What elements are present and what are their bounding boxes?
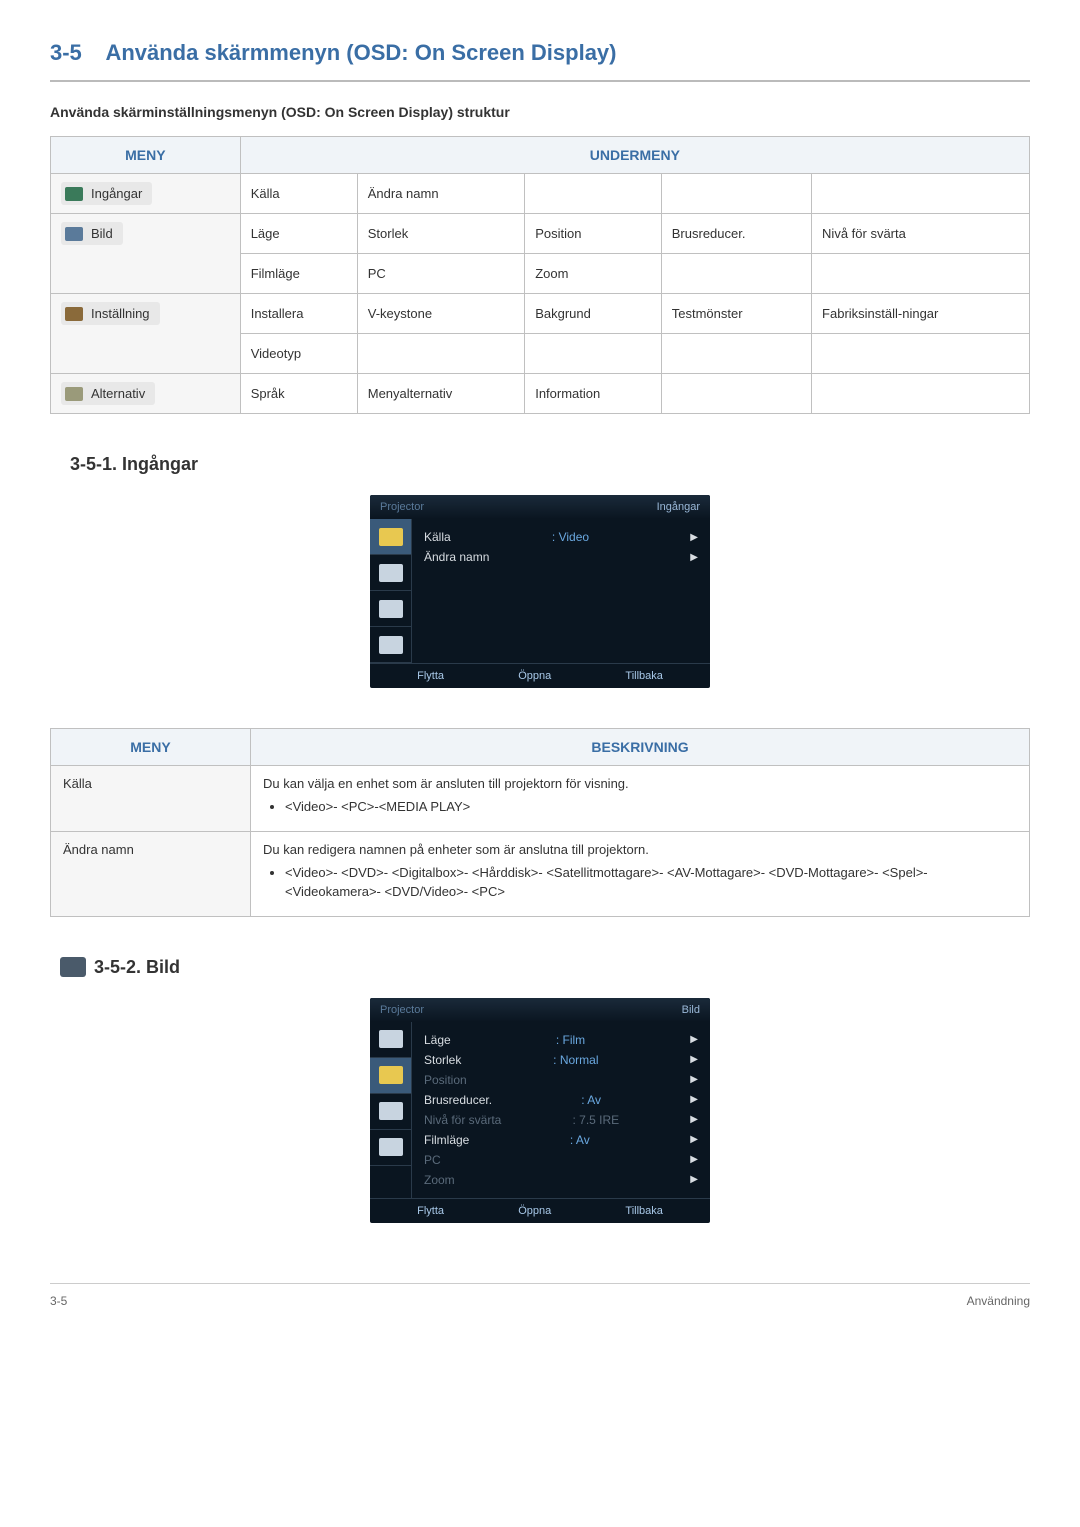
description-table-ingangar: MENY BESKRIVNING Källa Du kan välja en e… (50, 728, 1030, 917)
footer-left: 3-5 (50, 1294, 67, 1308)
osd-footer-back: Tillbaka (625, 670, 663, 682)
menu-cell-installning: Inställning (51, 294, 241, 374)
table-row: Ingångar Källa Ändra namn (51, 174, 1030, 214)
osd-row-pc[interactable]: PC▶ (424, 1150, 698, 1170)
osd-screenshot-ingangar: Projector Ingångar Källa : Video ▶ Ändra… (370, 495, 710, 688)
osd-footer-move: Flytta (417, 1205, 444, 1217)
osd-row-storlek[interactable]: Storlek: Normal▶ (424, 1050, 698, 1070)
struct-header-menu: MENY (51, 137, 241, 174)
osd-row-position[interactable]: Position▶ (424, 1070, 698, 1090)
arrow-right-icon: ▶ (690, 1074, 698, 1085)
section-number: 3-5 (50, 40, 82, 65)
footer-right: Användning (967, 1294, 1030, 1308)
osd-projector-label: Projector (380, 501, 424, 513)
table-header-row: MENY BESKRIVNING (51, 729, 1030, 766)
arrow-right-icon: ▶ (690, 532, 698, 543)
page-footer: 3-5 Användning (50, 1283, 1030, 1308)
osd-row-filmlage[interactable]: Filmläge: Av▶ (424, 1130, 698, 1150)
subsection-title-ingangar: 3-5-1. Ingångar (70, 454, 1030, 475)
osd-tab-input[interactable] (370, 1022, 411, 1058)
osd-row-lage[interactable]: Läge: Film▶ (424, 1030, 698, 1050)
desc-menu-andra-namn: Ändra namn (51, 831, 251, 916)
settings-icon (65, 307, 83, 321)
menu-cell-alternativ: Alternativ (51, 374, 241, 414)
table-row: Bild Läge Storlek Position Brusreducer. … (51, 214, 1030, 254)
osd-row-kalla[interactable]: Källa : Video ▶ (424, 527, 698, 547)
osd-tab-setup[interactable] (370, 591, 411, 627)
desc-text-andra-namn: Du kan redigera namnen på enheter som är… (251, 831, 1030, 916)
desc-header-menu: MENY (51, 729, 251, 766)
arrow-right-icon: ▶ (690, 1154, 698, 1165)
osd-screenshot-bild: Projector Bild Läge: Film▶ Storlek: Norm… (370, 998, 710, 1223)
osd-tab-setup[interactable] (370, 1094, 411, 1130)
divider (50, 80, 1030, 82)
osd-tab-input[interactable] (370, 519, 411, 555)
osd-side-icons (370, 1022, 412, 1198)
osd-footer-move: Flytta (417, 670, 444, 682)
struct-header-submenu: UNDERMENY (240, 137, 1029, 174)
picture-icon (60, 957, 86, 977)
arrow-right-icon: ▶ (690, 1134, 698, 1145)
structure-table: MENY UNDERMENY Ingångar Källa Ändra namn… (50, 136, 1030, 414)
table-row: Källa Du kan välja en enhet som är anslu… (51, 766, 1030, 832)
table-header-row: MENY UNDERMENY (51, 137, 1030, 174)
menu-cell-bild: Bild (51, 214, 241, 294)
osd-header-right: Bild (682, 1004, 700, 1016)
osd-footer-open: Öppna (518, 670, 551, 682)
menu-cell-ingangar: Ingångar (51, 174, 241, 214)
structure-heading: Använda skärminställningsmenyn (OSD: On … (50, 104, 1030, 120)
arrow-right-icon: ▶ (690, 1174, 698, 1185)
osd-projector-label: Projector (380, 1004, 424, 1016)
osd-tab-option[interactable] (370, 627, 411, 663)
table-row: Inställning Installera V-keystone Bakgru… (51, 294, 1030, 334)
osd-row-zoom[interactable]: Zoom▶ (424, 1170, 698, 1190)
osd-row-andra-namn[interactable]: Ändra namn ▶ (424, 547, 698, 567)
arrow-right-icon: ▶ (690, 1094, 698, 1105)
arrow-right-icon: ▶ (690, 1034, 698, 1045)
osd-row-brusreducer[interactable]: Brusreducer.: Av▶ (424, 1090, 698, 1110)
osd-row-niva-svarta[interactable]: Nivå för svärta: 7.5 IRE▶ (424, 1110, 698, 1130)
options-icon (65, 387, 83, 401)
desc-menu-kalla: Källa (51, 766, 251, 832)
osd-tab-option[interactable] (370, 1130, 411, 1166)
osd-tab-picture[interactable] (370, 1058, 411, 1094)
table-row: Alternativ Språk Menyalternativ Informat… (51, 374, 1030, 414)
desc-header-desc: BESKRIVNING (251, 729, 1030, 766)
osd-tab-picture[interactable] (370, 555, 411, 591)
subsection-title-bild: 3-5-2. Bild (60, 957, 1030, 978)
desc-text-kalla: Du kan välja en enhet som är ansluten ti… (251, 766, 1030, 832)
arrow-right-icon: ▶ (690, 1054, 698, 1065)
arrow-right-icon: ▶ (690, 552, 698, 563)
osd-footer-back: Tillbaka (625, 1205, 663, 1217)
arrow-right-icon: ▶ (690, 1114, 698, 1125)
table-row: Ändra namn Du kan redigera namnen på enh… (51, 831, 1030, 916)
section-title-text: Använda skärmmenyn (OSD: On Screen Displ… (105, 40, 616, 65)
osd-header-right: Ingångar (657, 501, 700, 513)
osd-side-icons (370, 519, 412, 663)
input-icon (65, 187, 83, 201)
osd-footer-open: Öppna (518, 1205, 551, 1217)
section-title: 3-5 Använda skärmmenyn (OSD: On Screen D… (50, 40, 1030, 66)
picture-icon (65, 227, 83, 241)
